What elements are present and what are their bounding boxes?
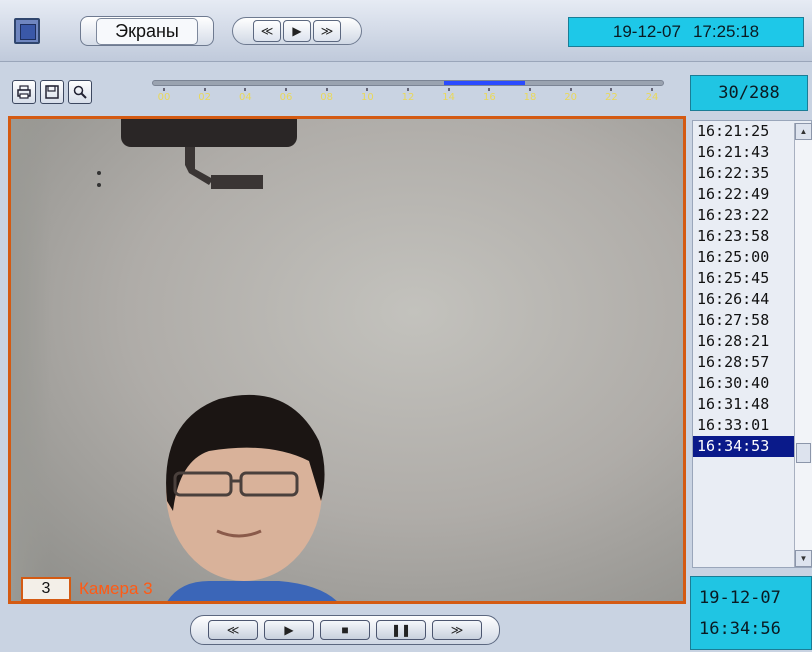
save-icon — [45, 85, 59, 99]
prev-frame-button[interactable]: ≪ — [253, 20, 281, 42]
timeline-tick: 18 — [519, 92, 541, 103]
screens-button[interactable]: Экраны — [80, 16, 214, 46]
timeline-tick: 00 — [153, 92, 175, 103]
wall-dot — [97, 183, 101, 187]
rewind-button[interactable]: ≪ — [208, 620, 258, 640]
wall-shade — [11, 119, 51, 601]
camera-label: 3 Камера 3 — [21, 577, 153, 601]
save-button[interactable] — [40, 80, 64, 104]
timeline-tick: 22 — [600, 92, 622, 103]
timeline-highlight — [443, 81, 525, 85]
record-counter: 30/288 — [690, 75, 808, 111]
person-figure — [166, 394, 337, 601]
forward-button[interactable]: ≫ — [432, 620, 482, 640]
timeline-tick: 24 — [641, 92, 663, 103]
timeline-tick: 02 — [194, 92, 216, 103]
timeline-tick: 12 — [397, 92, 419, 103]
pause-button[interactable]: ❚❚ — [376, 620, 426, 640]
timeline-tick: 04 — [234, 92, 256, 103]
play-button[interactable]: ▶ — [264, 620, 314, 640]
current-time: 17:25:18 — [692, 22, 760, 41]
timeline-track[interactable] — [152, 80, 664, 86]
timeline-tick: 14 — [438, 92, 460, 103]
timeline-slider[interactable]: 00 02 04 06 08 10 12 14 16 18 20 22 24 — [152, 74, 672, 110]
timeline-tick: 10 — [356, 92, 378, 103]
zoom-button[interactable] — [68, 80, 92, 104]
timeline-tick: 08 — [316, 92, 338, 103]
timeline-tick: 06 — [275, 92, 297, 103]
playback-controls: ≪ ▶ ■ ❚❚ ≫ — [190, 615, 500, 645]
camera-name: Камера 3 — [79, 579, 153, 598]
screens-button-label: Экраны — [96, 17, 198, 45]
timeline-ticks: 00 02 04 06 08 10 12 14 16 18 20 22 24 — [152, 92, 672, 108]
print-icon — [17, 85, 31, 99]
scroll-down-icon[interactable]: ▼ — [795, 550, 812, 567]
toolbar — [12, 80, 92, 104]
selected-event-info: 19-12-07 16:34:56 — [690, 576, 812, 650]
scroll-thumb[interactable] — [796, 443, 811, 463]
wall-camera-device — [211, 175, 263, 189]
stop-button[interactable]: ■ — [320, 620, 370, 640]
timeline-tick: 16 — [478, 92, 500, 103]
print-button[interactable] — [12, 80, 36, 104]
ceiling-fixture — [121, 119, 297, 147]
top-bar: Экраны ≪ ▶ ≫ 19-12-07 17:25:18 — [0, 0, 812, 62]
event-list: 16:21:25 16:21:43 16:22:35 16:22:49 16:23:22… — [692, 120, 812, 568]
next-frame-button[interactable]: ≫ — [313, 20, 341, 42]
zoom-icon — [73, 85, 87, 99]
current-datetime: 19-12-07 17:25:18 — [568, 17, 804, 47]
frame-nav-group: ≪ ▶ ≫ — [232, 17, 362, 45]
camera-number: 3 — [21, 577, 71, 601]
selected-event-time: 16:34:56 — [699, 619, 781, 639]
video-archive-app: Экраны ≪ ▶ ≫ 19-12-07 17:25:18 00 02 04 … — [0, 0, 812, 652]
timeline-tick: 20 — [560, 92, 582, 103]
video-frame[interactable]: 3 Камера 3 — [8, 116, 686, 604]
scroll-up-icon[interactable]: ▲ — [795, 123, 812, 140]
menu-square-icon[interactable] — [14, 18, 40, 44]
wall-dot — [97, 171, 101, 175]
current-date: 19-12-07 — [612, 22, 681, 41]
selected-event-date: 19-12-07 — [699, 588, 781, 608]
event-list-scrollbar[interactable]: ▲ ▼ — [794, 123, 812, 567]
play-frame-button[interactable]: ▶ — [283, 20, 311, 42]
